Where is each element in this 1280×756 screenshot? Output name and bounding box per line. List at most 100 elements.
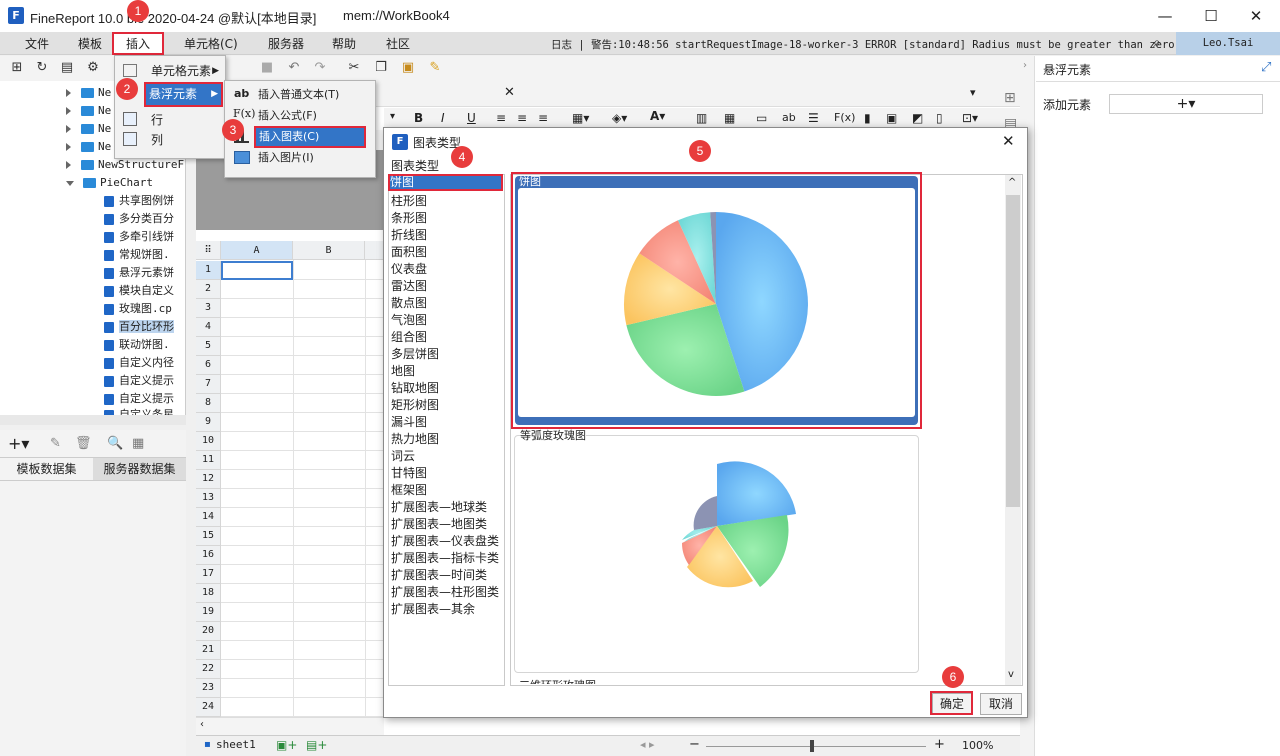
chart-type-item[interactable]: 面积图: [391, 244, 427, 261]
chart-type-pie-selected[interactable]: 饼图: [390, 176, 501, 189]
menu-template[interactable]: 模板: [78, 35, 102, 52]
align-center-icon[interactable]: ≡: [517, 111, 527, 125]
grid-row[interactable]: [221, 660, 384, 679]
preview-icon[interactable]: 🔍: [107, 436, 123, 451]
close-tab-icon[interactable]: ✕: [504, 85, 515, 100]
menu-community[interactable]: 社区: [386, 35, 410, 52]
row-header[interactable]: 3: [196, 299, 221, 318]
insert-slash-icon[interactable]: ◩: [912, 111, 923, 125]
grid-row[interactable]: [221, 565, 384, 584]
row-header[interactable]: 6: [196, 356, 221, 375]
chart-type-item[interactable]: 气泡图: [391, 312, 427, 329]
chart-type-item[interactable]: 框架图: [391, 482, 427, 499]
add-element-button[interactable]: +▾: [1109, 94, 1263, 114]
grid-row[interactable]: [221, 489, 384, 508]
chart-type-item[interactable]: 折线图: [391, 227, 427, 244]
tree-file[interactable]: 悬浮元素饼: [0, 264, 186, 282]
menu-insert-text[interactable]: 插入普通文本(T): [258, 85, 339, 105]
insert-formula-icon[interactable]: F(x): [834, 111, 855, 124]
chart-type-item[interactable]: 甘特图: [391, 465, 427, 482]
merge-icon[interactable]: ▥: [696, 111, 707, 125]
menu-help[interactable]: 帮助: [332, 35, 356, 52]
chart-type-item[interactable]: 雷达图: [391, 278, 427, 295]
menu-file[interactable]: 文件: [25, 35, 49, 52]
grid-row[interactable]: [221, 546, 384, 565]
grid-row[interactable]: [221, 413, 384, 432]
dialog-close-icon[interactable]: ✕: [1002, 132, 1015, 150]
tree-folder-piechart[interactable]: PieChart: [0, 174, 186, 192]
undo-icon[interactable]: ↶: [286, 60, 302, 76]
chart-type-item[interactable]: 扩展图表—仪表盘类: [391, 533, 499, 550]
insert-text-icon[interactable]: ab: [782, 111, 796, 124]
add-sheet-icon[interactable]: ▣+: [276, 738, 297, 752]
align-left-icon[interactable]: ≡: [496, 111, 506, 125]
scroll-down-icon[interactable]: v: [1008, 669, 1014, 680]
column-header-b[interactable]: B: [293, 241, 365, 260]
row-header[interactable]: 13: [196, 489, 221, 508]
scrollbar-thumb[interactable]: [1006, 195, 1020, 507]
grid-row[interactable]: [221, 318, 384, 337]
tree-file[interactable]: 联动饼图.: [0, 336, 186, 354]
row-header[interactable]: 23: [196, 679, 221, 698]
grid-row[interactable]: [221, 375, 384, 394]
grid-row[interactable]: [221, 508, 384, 527]
search-icon[interactable]: ⌕: [1153, 35, 1161, 51]
tree-file-selected[interactable]: 百分比环形: [0, 318, 186, 336]
panel-toggle[interactable]: [996, 56, 1020, 80]
bold-icon[interactable]: B: [414, 111, 423, 125]
grid-row[interactable]: [221, 470, 384, 489]
tree-file[interactable]: 模块自定义: [0, 282, 186, 300]
row-header[interactable]: 20: [196, 622, 221, 641]
row-header[interactable]: 11: [196, 451, 221, 470]
row-header[interactable]: 15: [196, 527, 221, 546]
grid-row[interactable]: [221, 679, 384, 698]
menu-server[interactable]: 服务器: [268, 35, 304, 52]
grid-row[interactable]: [221, 622, 384, 641]
chart-type-item[interactable]: 柱形图: [391, 193, 427, 210]
minimize-button[interactable]: —: [1155, 6, 1175, 26]
menu-float-element[interactable]: 悬浮元素 ▶: [144, 82, 223, 107]
grid-row[interactable]: [221, 394, 384, 413]
row-header[interactable]: 5: [196, 337, 221, 356]
chart-type-item[interactable]: 仪表盘: [391, 261, 427, 278]
grid-row[interactable]: [221, 432, 384, 451]
row-header[interactable]: 9: [196, 413, 221, 432]
row-header[interactable]: 14: [196, 508, 221, 527]
underline-icon[interactable]: U: [467, 111, 476, 125]
grid-row[interactable]: [221, 603, 384, 622]
scroll-up-icon[interactable]: ^: [1008, 177, 1016, 188]
paste-icon[interactable]: ▣: [400, 60, 416, 76]
zoom-slider-thumb[interactable]: [810, 740, 814, 752]
font-color-icon[interactable]: A▾: [650, 109, 665, 123]
tree-file[interactable]: 多牵引线饼: [0, 228, 186, 246]
chart-type-item[interactable]: 组合图: [391, 329, 427, 346]
server-dataset-icon[interactable]: ▦: [132, 436, 144, 451]
row-header[interactable]: 1: [196, 261, 221, 280]
chart-type-item[interactable]: 漏斗图: [391, 414, 427, 431]
dropdown-icon[interactable]: ▾: [390, 111, 395, 122]
menu-cell[interactable]: 单元格(C): [184, 35, 238, 52]
row-header[interactable]: 8: [196, 394, 221, 413]
add-sheet-icon[interactable]: ▤+: [306, 738, 327, 752]
menu-insert-formula[interactable]: 插入公式(F): [258, 106, 317, 126]
chart-type-item[interactable]: 钻取地图: [391, 380, 439, 397]
chart-type-item[interactable]: 扩展图表—指标卡类: [391, 550, 499, 567]
insert-richtext-icon[interactable]: ☰: [808, 111, 819, 125]
row-header[interactable]: 10: [196, 432, 221, 451]
insert-sub-icon[interactable]: ▯: [936, 111, 943, 125]
column-header-a[interactable]: A: [221, 241, 293, 260]
copy-icon[interactable]: ❐: [373, 60, 389, 76]
menu-insert[interactable]: 插入: [112, 32, 164, 55]
chart-type-item[interactable]: 散点图: [391, 295, 427, 312]
user-name[interactable]: Leo.Tsai: [1176, 32, 1280, 55]
zoom-out-icon[interactable]: −: [689, 737, 700, 752]
row-header[interactable]: 22: [196, 660, 221, 679]
grid-row[interactable]: [221, 337, 384, 356]
chart-type-item[interactable]: 扩展图表—时间类: [391, 567, 487, 584]
save-icon[interactable]: ■: [259, 60, 275, 76]
edit-icon[interactable]: ✎: [50, 436, 61, 451]
chart-type-item[interactable]: 扩展图表—柱形图类: [391, 584, 499, 601]
row-header[interactable]: 16: [196, 546, 221, 565]
collapse-icon[interactable]: ›: [1023, 60, 1027, 71]
chart-type-item[interactable]: 扩展图表—地球类: [391, 499, 487, 516]
